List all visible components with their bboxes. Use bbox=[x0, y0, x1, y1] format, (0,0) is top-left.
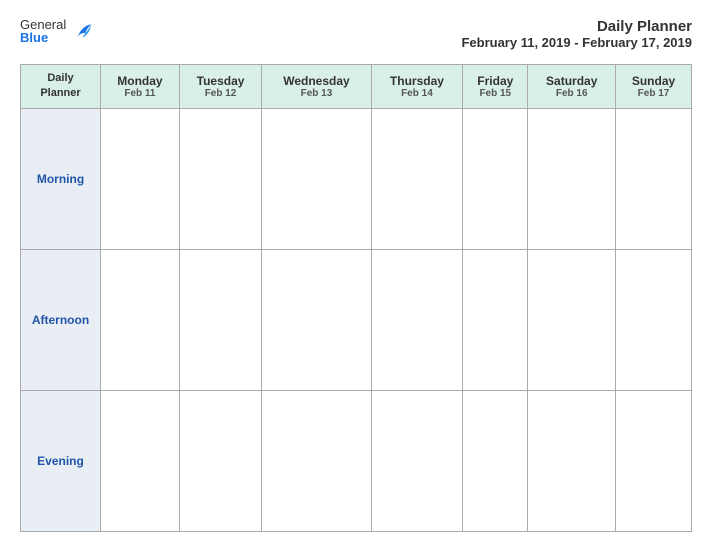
day-name-saturday: Saturday bbox=[532, 74, 611, 88]
col-header-sunday: Sunday Feb 17 bbox=[616, 65, 692, 109]
cell-afternoon-tuesday[interactable] bbox=[179, 249, 261, 390]
cell-evening-tuesday[interactable] bbox=[179, 390, 261, 531]
time-label-evening: Evening bbox=[21, 390, 101, 531]
cell-afternoon-wednesday[interactable] bbox=[262, 249, 371, 390]
cell-morning-monday[interactable] bbox=[101, 108, 180, 249]
cell-afternoon-monday[interactable] bbox=[101, 249, 180, 390]
time-label-afternoon: Afternoon bbox=[21, 249, 101, 390]
day-name-friday: Friday bbox=[467, 74, 523, 88]
col-header-wednesday: Wednesday Feb 13 bbox=[262, 65, 371, 109]
day-date-monday: Feb 11 bbox=[105, 88, 175, 99]
cell-evening-friday[interactable] bbox=[463, 390, 528, 531]
planner-date-range: February 11, 2019 - February 17, 2019 bbox=[461, 35, 692, 50]
col-header-friday: Friday Feb 15 bbox=[463, 65, 528, 109]
col-header-saturday: Saturday Feb 16 bbox=[528, 65, 616, 109]
row-morning: Morning bbox=[21, 108, 692, 249]
time-label-morning: Morning bbox=[21, 108, 101, 249]
cell-evening-wednesday[interactable] bbox=[262, 390, 371, 531]
logo-bird-icon bbox=[72, 20, 94, 42]
day-name-thursday: Thursday bbox=[376, 74, 458, 88]
day-date-friday: Feb 15 bbox=[467, 88, 523, 99]
day-name-wednesday: Wednesday bbox=[266, 74, 366, 88]
cell-morning-tuesday[interactable] bbox=[179, 108, 261, 249]
day-name-tuesday: Tuesday bbox=[184, 74, 257, 88]
cell-evening-monday[interactable] bbox=[101, 390, 180, 531]
col-header-thursday: Thursday Feb 14 bbox=[371, 65, 462, 109]
planner-title: Daily Planner bbox=[461, 18, 692, 35]
day-date-thursday: Feb 14 bbox=[376, 88, 458, 99]
cell-morning-saturday[interactable] bbox=[528, 108, 616, 249]
day-name-sunday: Sunday bbox=[620, 74, 687, 88]
header: General Blue Daily Planner February 11, … bbox=[20, 18, 692, 50]
calendar-table: DailyPlanner Monday Feb 11 Tuesday Feb 1… bbox=[20, 64, 692, 532]
row-evening: Evening bbox=[21, 390, 692, 531]
cell-afternoon-saturday[interactable] bbox=[528, 249, 616, 390]
day-date-sunday: Feb 17 bbox=[620, 88, 687, 99]
cell-evening-sunday[interactable] bbox=[616, 390, 692, 531]
row-afternoon: Afternoon bbox=[21, 249, 692, 390]
title-area: Daily Planner February 11, 2019 - Februa… bbox=[461, 18, 692, 50]
cell-afternoon-thursday[interactable] bbox=[371, 249, 462, 390]
col-header-monday: Monday Feb 11 bbox=[101, 65, 180, 109]
col-header-tuesday: Tuesday Feb 12 bbox=[179, 65, 261, 109]
logo-blue: Blue bbox=[20, 31, 66, 44]
day-date-tuesday: Feb 12 bbox=[184, 88, 257, 99]
page: General Blue Daily Planner February 11, … bbox=[0, 0, 712, 550]
cell-afternoon-sunday[interactable] bbox=[616, 249, 692, 390]
logo-text: General Blue bbox=[20, 18, 66, 44]
cell-morning-sunday[interactable] bbox=[616, 108, 692, 249]
col-header-label: DailyPlanner bbox=[21, 65, 101, 109]
cell-evening-thursday[interactable] bbox=[371, 390, 462, 531]
day-date-saturday: Feb 16 bbox=[532, 88, 611, 99]
cell-morning-thursday[interactable] bbox=[371, 108, 462, 249]
cell-morning-friday[interactable] bbox=[463, 108, 528, 249]
logo-area: General Blue bbox=[20, 18, 94, 44]
cell-morning-wednesday[interactable] bbox=[262, 108, 371, 249]
day-name-monday: Monday bbox=[105, 74, 175, 88]
cell-afternoon-friday[interactable] bbox=[463, 249, 528, 390]
cell-evening-saturday[interactable] bbox=[528, 390, 616, 531]
header-row: DailyPlanner Monday Feb 11 Tuesday Feb 1… bbox=[21, 65, 692, 109]
day-date-wednesday: Feb 13 bbox=[266, 88, 366, 99]
